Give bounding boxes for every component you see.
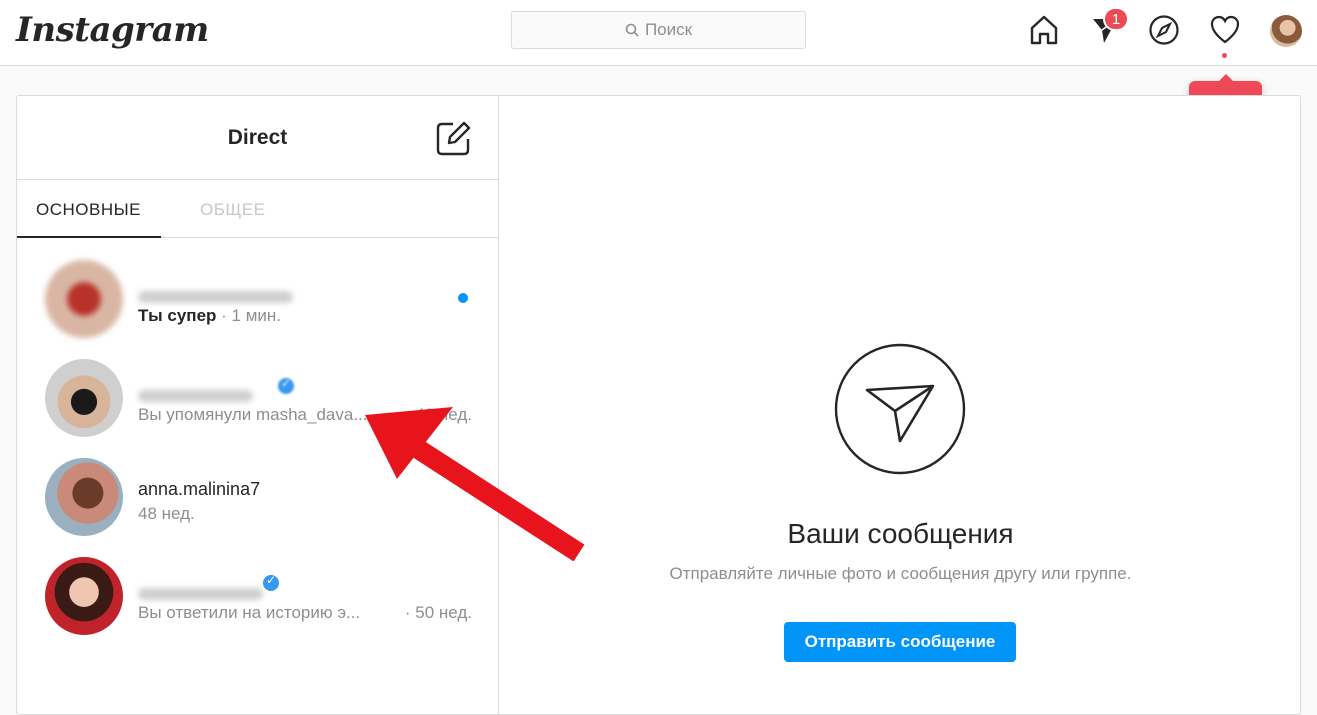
direct-card: Direct ОСНОВНЫЕ ОБЩЕЕ Ты супер · 1 мин. xyxy=(16,95,1301,715)
thread-message: Ты супер xyxy=(138,306,217,325)
active-tab-indicator xyxy=(17,236,161,238)
unread-indicator xyxy=(458,293,468,303)
thread-name-blurred xyxy=(138,291,293,303)
send-message-button[interactable]: Отправить сообщение xyxy=(784,622,1016,662)
thread-avatar xyxy=(45,359,123,437)
compose-icon[interactable] xyxy=(434,120,472,158)
direct-badge: 1 xyxy=(1103,7,1129,31)
tab-primary[interactable]: ОСНОВНЫЕ xyxy=(36,200,141,220)
tab-general[interactable]: ОБЩЕЕ xyxy=(200,200,266,220)
thread-username: anna.malinina7 xyxy=(138,479,261,499)
direct-header: Direct xyxy=(17,96,498,180)
explore-icon[interactable] xyxy=(1147,13,1181,47)
profile-avatar[interactable] xyxy=(1270,15,1302,47)
search-icon xyxy=(625,23,639,37)
top-navbar: Instagram Поиск 1 xyxy=(0,0,1317,66)
paper-plane-icon xyxy=(834,343,966,475)
home-icon[interactable] xyxy=(1027,13,1061,47)
activity-dot xyxy=(1222,53,1227,58)
thread-time: · 1 мин. xyxy=(221,306,282,325)
thread-name-blurred xyxy=(138,588,263,600)
empty-state-subtitle: Отправляйте личные фото и сообщения друг… xyxy=(669,564,1132,583)
verified-badge-icon xyxy=(278,376,294,394)
thread-message: Вы упомянули masha_dava... xyxy=(138,405,368,424)
search-input[interactable]: Поиск xyxy=(511,11,806,49)
search-placeholder: Поиск xyxy=(644,20,693,39)
instagram-logo[interactable]: Instagram xyxy=(16,10,209,50)
direct-title: Direct xyxy=(227,126,288,149)
annotation-arrow-icon xyxy=(365,407,585,561)
activity-heart-icon[interactable] xyxy=(1208,13,1242,47)
empty-state-title: Ваши сообщения xyxy=(787,518,1014,549)
thread-avatar xyxy=(45,458,123,536)
thread-time: · 50 нед. xyxy=(404,603,472,622)
thread-tabs: ОСНОВНЫЕ ОБЩЕЕ xyxy=(17,180,498,238)
thread-avatar xyxy=(45,557,123,635)
thread-time: 48 нед. xyxy=(138,504,195,523)
thread-preview: Ты супер · 1 мин. xyxy=(138,306,281,326)
verified-badge-icon xyxy=(263,573,279,591)
thread-item[interactable]: Ты супер · 1 мин. xyxy=(17,249,498,345)
thread-name-blurred xyxy=(138,390,253,402)
thread-message: Вы ответили на историю э... xyxy=(138,603,361,622)
thread-avatar xyxy=(45,260,123,338)
